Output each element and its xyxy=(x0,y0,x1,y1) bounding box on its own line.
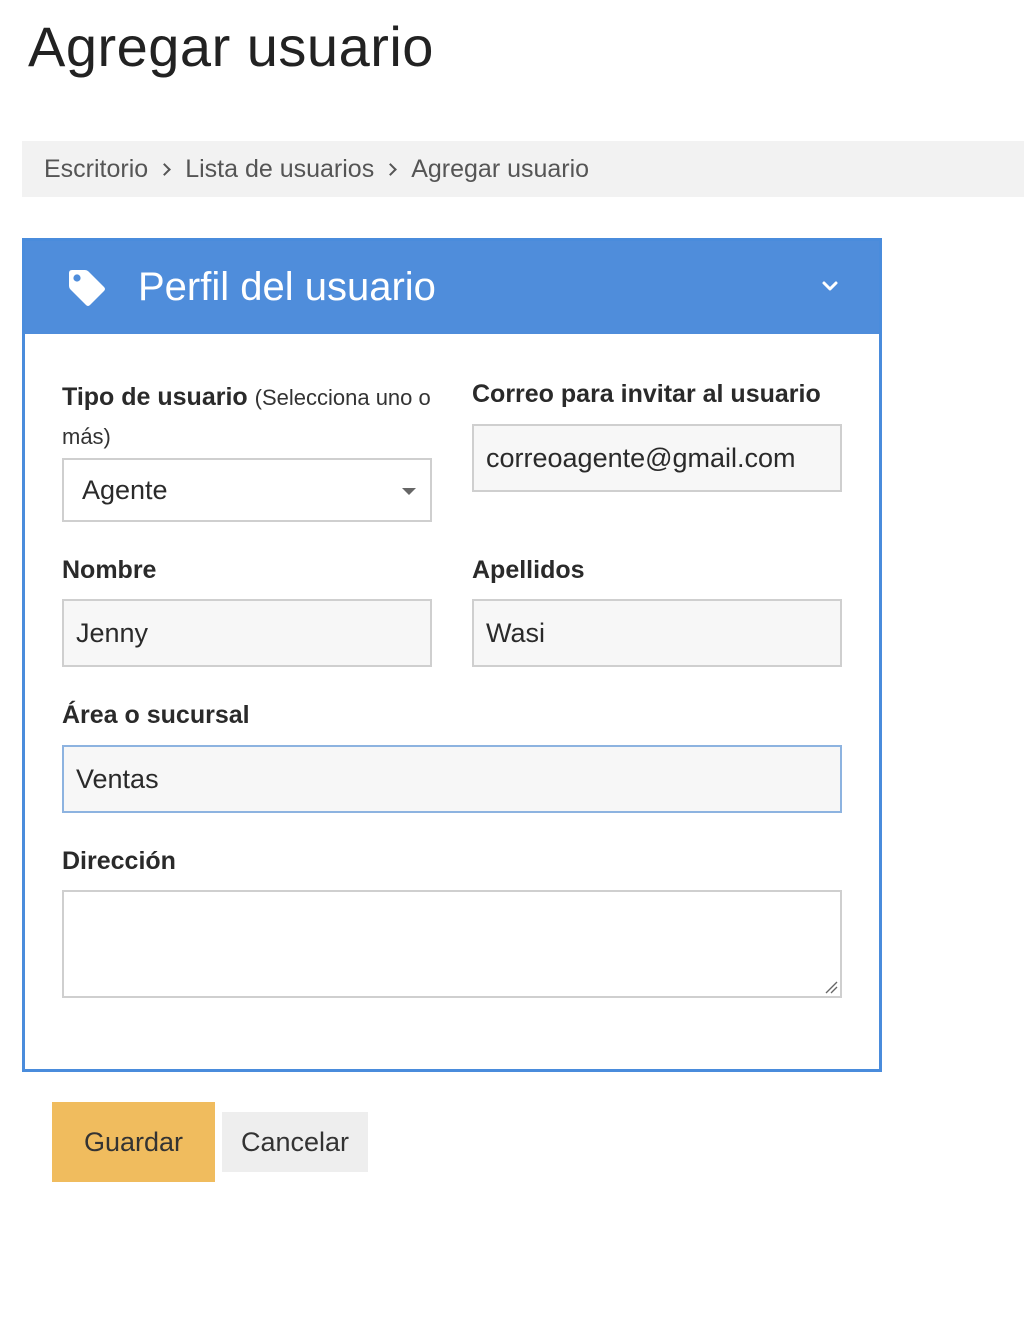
breadcrumb-item-current: Agregar usuario xyxy=(411,154,590,183)
email-field[interactable]: correoagente@gmail.com xyxy=(472,424,842,492)
area-field[interactable]: Ventas xyxy=(62,745,842,813)
last-name-field[interactable]: Wasi xyxy=(472,599,842,667)
user-type-label-text: Tipo de usuario xyxy=(62,383,248,411)
dropdown-caret-icon xyxy=(402,488,416,495)
breadcrumb-item-lista-usuarios[interactable]: Lista de usuarios xyxy=(185,155,374,184)
address-textarea[interactable] xyxy=(62,890,842,998)
email-value: correoagente@gmail.com xyxy=(486,442,796,473)
breadcrumb: Escritorio Lista de usuarios Agregar usu… xyxy=(22,141,1024,197)
resize-handle-icon[interactable] xyxy=(824,980,838,994)
area-value: Ventas xyxy=(76,763,159,794)
first-name-value: Jenny xyxy=(76,617,149,648)
area-label: Área o sucursal xyxy=(62,701,250,729)
panel-header[interactable]: Perfil del usuario xyxy=(25,241,879,334)
first-name-label: Nombre xyxy=(62,556,157,584)
page-title: Agregar usuario xyxy=(28,15,434,78)
last-name-value: Wasi xyxy=(486,617,545,648)
tag-icon xyxy=(69,270,105,306)
user-type-select[interactable]: Agente xyxy=(62,458,432,522)
last-name-label: Apellidos xyxy=(472,556,585,584)
panel-title: Perfil del usuario xyxy=(138,265,436,309)
cancel-button[interactable]: Cancelar xyxy=(222,1112,368,1172)
chevron-down-icon[interactable] xyxy=(821,277,839,295)
email-label: Correo para invitar al usuario xyxy=(472,380,821,408)
first-name-field[interactable]: Jenny xyxy=(62,599,432,667)
user-type-label: Tipo de usuario (Selecciona uno o más) xyxy=(62,378,442,456)
user-profile-panel: Perfil del usuario Tipo de usuario (Sele… xyxy=(22,238,882,1072)
address-label: Dirección xyxy=(62,847,176,875)
save-button[interactable]: Guardar xyxy=(52,1102,215,1182)
breadcrumb-item-escritorio[interactable]: Escritorio xyxy=(44,155,148,184)
breadcrumb-chevron-icon xyxy=(384,162,398,176)
user-type-value: Agente xyxy=(82,474,168,505)
breadcrumb-chevron-icon xyxy=(158,162,172,176)
